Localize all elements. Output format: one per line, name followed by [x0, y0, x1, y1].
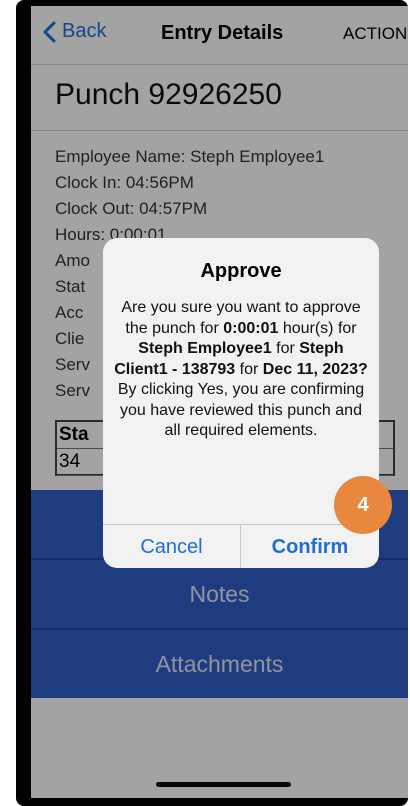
dialog-text: for	[271, 340, 300, 357]
dialog-text: for	[235, 360, 263, 378]
dialog-button-bar: Cancel Confirm	[103, 524, 379, 568]
dialog-text: By clicking Yes, you are confirming you …	[117, 381, 365, 439]
dialog-hours: 0:00:01	[223, 319, 279, 337]
cancel-button[interactable]: Cancel	[103, 525, 241, 568]
dialog-message: Are you sure you want to approve the pun…	[113, 298, 369, 442]
dialog-employee: Steph Employee1	[138, 340, 272, 357]
phone-frame: Back Entry Details ACTION Punch 92926250…	[16, 0, 408, 806]
dialog-title: Approve	[200, 260, 282, 282]
dialog-date: Dec 11, 2023?	[262, 360, 368, 378]
app-screen: Back Entry Details ACTION Punch 92926250…	[31, 6, 408, 798]
step-number-badge: 4	[334, 476, 392, 534]
dialog-text: hour(s) for	[278, 319, 357, 337]
